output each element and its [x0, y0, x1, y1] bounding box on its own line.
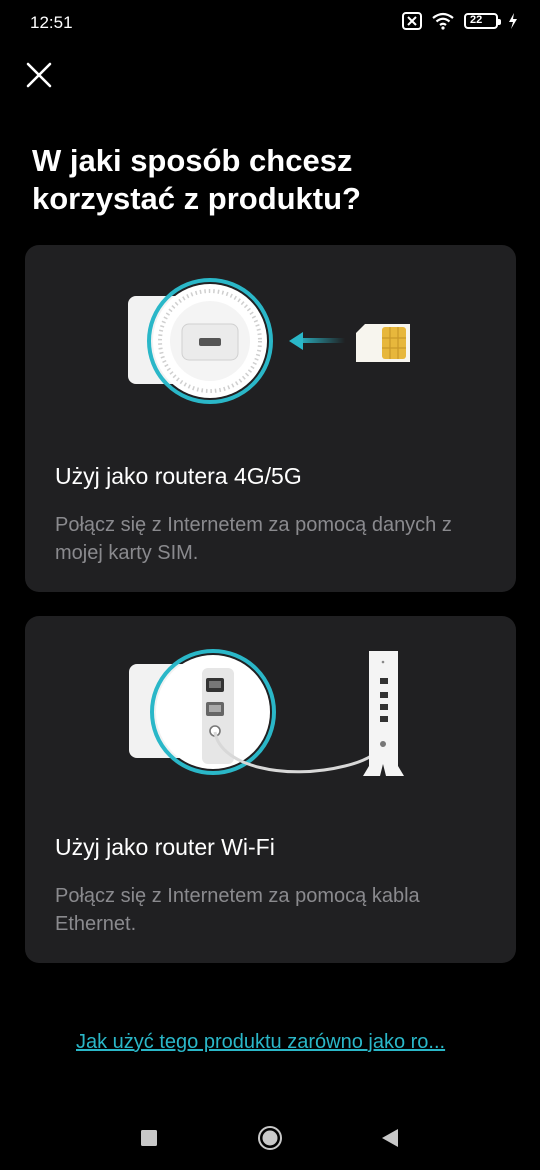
system-nav-bar — [0, 1110, 540, 1170]
home-button[interactable] — [257, 1125, 283, 1156]
status-icons: 22 — [402, 12, 518, 30]
option-title: Użyj jako routera 4G/5G — [55, 463, 302, 489]
sim-router-illustration — [128, 278, 410, 404]
option-description: Połącz się z Internetem za pomocą danych… — [55, 514, 452, 564]
status-bar: 12:51 22 — [0, 0, 540, 46]
battery-icon: 22 — [464, 13, 501, 29]
option-description: Połącz się z Internetem za pomocą kabla … — [55, 885, 420, 935]
battery-level: 22 — [470, 14, 483, 26]
status-time: 12:51 — [30, 13, 73, 32]
recents-button[interactable] — [140, 1129, 158, 1152]
option-card-wifi-router[interactable]: Użyj jako router Wi-Fi Połącz się z Inte… — [25, 616, 516, 963]
close-button[interactable] — [22, 58, 56, 92]
back-icon — [382, 1129, 398, 1147]
option-card-4g-router[interactable]: Użyj jako routera 4G/5G Połącz się z Int… — [25, 245, 516, 592]
dual-use-help-link[interactable]: Jak użyć tego produktu zarówno jako ro..… — [76, 1031, 445, 1054]
page-title: W jaki sposób chcesz korzystać z produkt… — [32, 143, 361, 216]
charging-icon — [509, 13, 517, 29]
back-button[interactable] — [381, 1128, 399, 1153]
close-icon — [26, 62, 52, 88]
ethernet-router-illustration — [129, 649, 404, 776]
wifi-icon — [432, 12, 454, 30]
recents-icon — [141, 1130, 157, 1146]
home-icon — [258, 1126, 282, 1150]
sim-off-icon — [402, 12, 422, 30]
option-title: Użyj jako router Wi-Fi — [55, 834, 275, 860]
